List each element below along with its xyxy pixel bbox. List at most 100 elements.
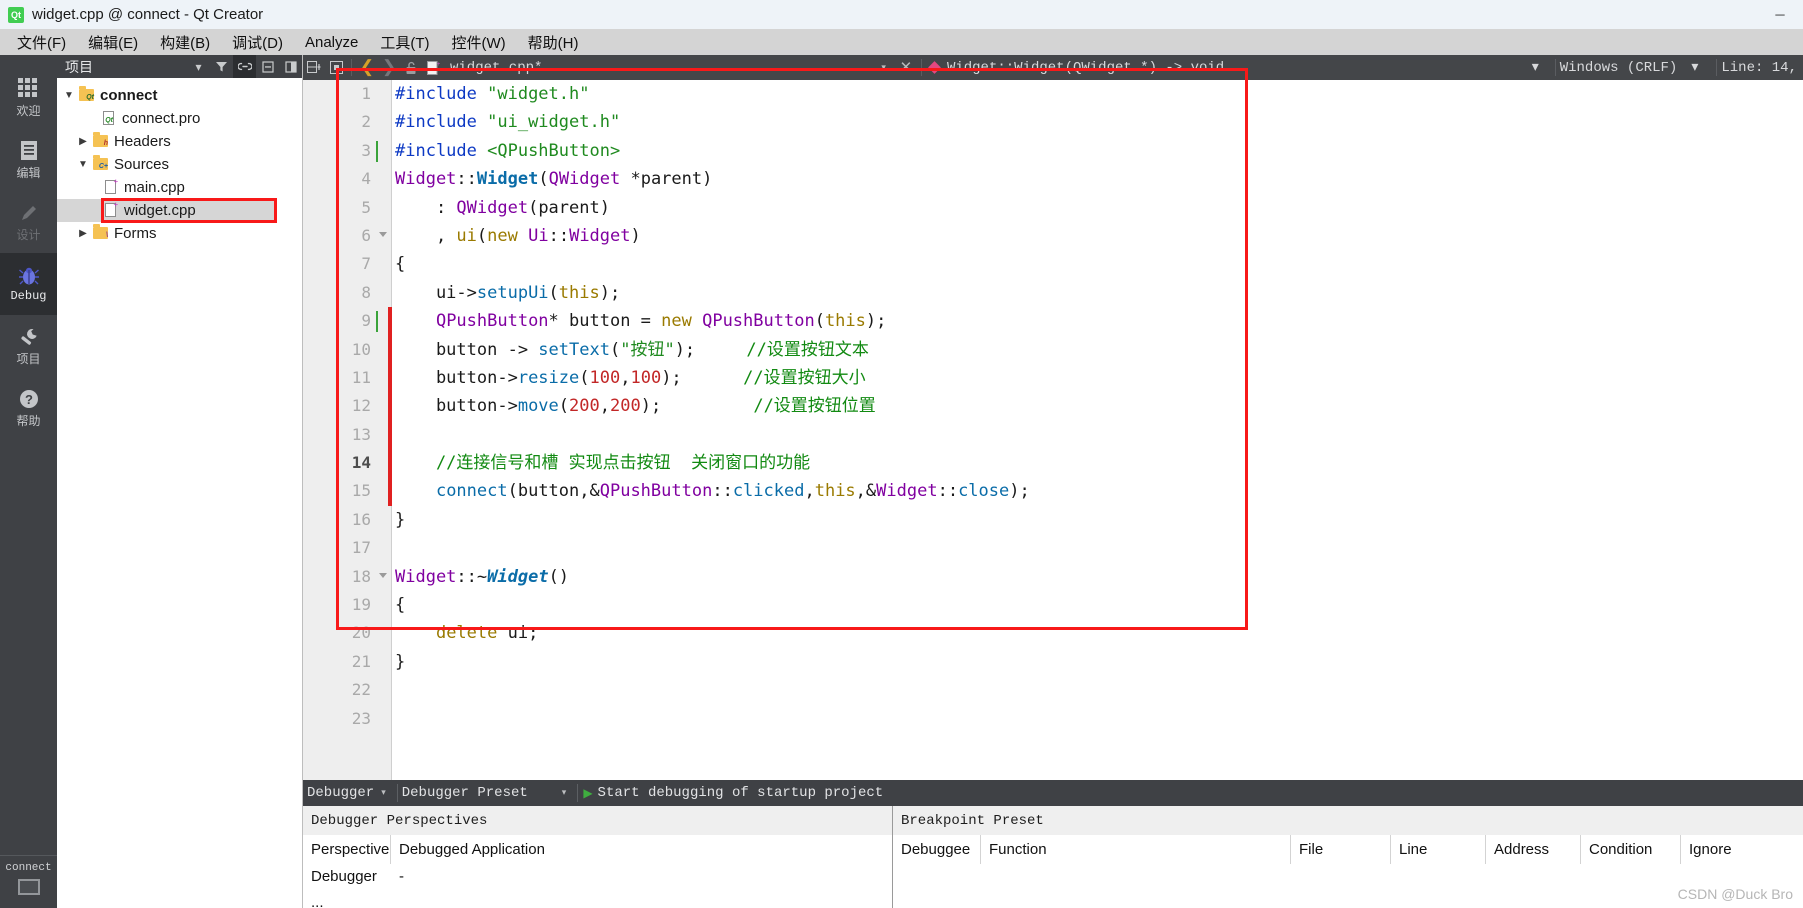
- start-debugging-icon[interactable]: ▶: [578, 786, 597, 801]
- code-line[interactable]: button->move(200,200); //设置按钮位置: [393, 392, 1803, 420]
- open-file-combobox[interactable]: widget.cpp* ▾: [444, 55, 895, 80]
- menu-widgets[interactable]: 控件(W): [441, 30, 517, 55]
- line-number: 13: [351, 424, 371, 444]
- debugger-mode-combobox[interactable]: Debugger ▾: [303, 780, 397, 806]
- menu-analyze[interactable]: Analyze: [294, 32, 369, 53]
- fold-triangle-icon[interactable]: [379, 231, 387, 237]
- chevron-down-icon[interactable]: ▼: [75, 159, 91, 170]
- column-debugged-application[interactable]: Debugged Application: [391, 835, 892, 864]
- close-split-icon[interactable]: [325, 55, 347, 80]
- code-line[interactable]: [393, 676, 1803, 704]
- code-line[interactable]: }: [393, 648, 1803, 676]
- collapse-all-icon[interactable]: [256, 55, 279, 78]
- tree-item-sources[interactable]: ▼ C+ Sources: [57, 153, 302, 176]
- column-condition[interactable]: Condition: [1581, 835, 1681, 864]
- code-line[interactable]: QPushButton* button = new QPushButton(th…: [393, 307, 1803, 335]
- column-debuggee[interactable]: Debuggee: [893, 835, 981, 864]
- code-line[interactable]: Widget::Widget(QWidget *parent): [393, 165, 1803, 193]
- code-line[interactable]: connect(button,&QPushButton::clicked,thi…: [393, 477, 1803, 505]
- mode-debug[interactable]: Debug: [0, 253, 57, 315]
- menu-edit[interactable]: 编辑(E): [77, 30, 149, 55]
- split-horizontal-icon[interactable]: [303, 55, 325, 80]
- code-line[interactable]: Widget::~Widget(): [393, 563, 1803, 591]
- sources-folder-icon: C+: [91, 154, 110, 172]
- code-line[interactable]: {: [393, 250, 1803, 278]
- debugger-perspectives-header: Perspective Debugged Application: [303, 835, 892, 864]
- code-line[interactable]: #include "ui_widget.h": [393, 108, 1803, 136]
- column-function[interactable]: Function: [981, 835, 1291, 864]
- filter-icon[interactable]: [210, 55, 233, 78]
- code-line[interactable]: {: [393, 591, 1803, 619]
- mode-welcome[interactable]: 欢迎: [0, 67, 57, 129]
- menu-file[interactable]: 文件(F): [6, 30, 77, 55]
- code-editor[interactable]: 1 2 3 4 5 6 7 8 9 10 11 12 13 14 15 16 17 18 19 20 21 22 23 #i…: [303, 80, 1803, 780]
- cursor-position-label[interactable]: Line: 14,: [1721, 60, 1803, 76]
- mode-projects[interactable]: 项目: [0, 315, 57, 377]
- close-document-button[interactable]: ✕: [895, 55, 917, 80]
- code-line[interactable]: //连接信号和槽 实现点击按钮 关闭窗口的功能: [393, 449, 1803, 477]
- chevron-down-icon[interactable]: ▾: [1677, 59, 1712, 76]
- minimize-button[interactable]: ─: [1757, 0, 1803, 29]
- code-line[interactable]: }: [393, 506, 1803, 534]
- chevron-down-icon[interactable]: ▾: [187, 55, 210, 78]
- column-line[interactable]: Line: [1391, 835, 1486, 864]
- column-perspective[interactable]: Perspective: [303, 835, 391, 864]
- cell-perspective: Debugger ...: [311, 868, 377, 908]
- table-row[interactable]: Debugger ... -: [303, 864, 892, 908]
- code-text-area[interactable]: #include "widget.h" #include "ui_widget.h…: [393, 80, 1803, 780]
- code-line[interactable]: #include "widget.h": [393, 80, 1803, 108]
- chevron-down-icon[interactable]: ▾: [528, 788, 574, 798]
- menu-tools[interactable]: 工具(T): [369, 30, 440, 55]
- mode-edit[interactable]: 编辑: [0, 129, 57, 191]
- fold-triangle-icon[interactable]: [379, 572, 387, 578]
- code-line[interactable]: : QWidget(parent): [393, 194, 1803, 222]
- mode-projects-label: 项目: [16, 351, 41, 366]
- mode-help[interactable]: ? 帮助: [0, 377, 57, 439]
- mode-selector-bar: 欢迎 编辑 设计 Debug 项目 ? 帮助 connect: [0, 55, 57, 908]
- back-arrow-icon[interactable]: ❮: [356, 55, 378, 80]
- chevron-right-icon[interactable]: ▶: [75, 228, 91, 239]
- chevron-down-icon[interactable]: ▾: [872, 63, 895, 73]
- tree-item-main-cpp[interactable]: + main.cpp: [57, 176, 302, 199]
- line-number: 11: [351, 367, 371, 387]
- code-line[interactable]: button -> setText("按钮"); //设置按钮文本: [393, 336, 1803, 364]
- project-pane-header: 项目 ▾: [57, 55, 302, 78]
- menu-debug[interactable]: 调试(D): [221, 30, 294, 55]
- split-icon[interactable]: [279, 55, 302, 78]
- code-line[interactable]: [393, 421, 1803, 449]
- column-ignore[interactable]: Ignore: [1681, 835, 1803, 864]
- debugger-preset-combobox[interactable]: Debugger Preset ▾: [398, 780, 578, 806]
- column-address[interactable]: Address: [1486, 835, 1581, 864]
- code-line[interactable]: #include <QPushButton>: [393, 137, 1803, 165]
- mode-design[interactable]: 设计: [0, 191, 57, 253]
- line-number: 21: [351, 651, 371, 671]
- chevron-down-icon[interactable]: ▼: [61, 90, 77, 101]
- chevron-down-icon[interactable]: ▾: [1520, 59, 1551, 76]
- qt-project-folder-icon: Qt: [77, 85, 96, 103]
- line-number: 2: [361, 112, 371, 132]
- code-line[interactable]: ui->setupUi(this);: [393, 279, 1803, 307]
- menu-build[interactable]: 构建(B): [149, 30, 221, 55]
- column-file[interactable]: File: [1291, 835, 1391, 864]
- tree-item-connect[interactable]: ▼ Qt connect: [57, 84, 302, 107]
- line-ending-label[interactable]: Windows (CRLF): [1560, 60, 1678, 76]
- code-line[interactable]: delete ui;: [393, 619, 1803, 647]
- tree-item-widget-cpp[interactable]: + widget.cpp: [57, 199, 276, 222]
- chevron-down-icon[interactable]: ▾: [374, 788, 393, 798]
- line-number: 3: [303, 137, 391, 165]
- forward-arrow-icon[interactable]: ❯: [378, 55, 400, 80]
- project-tree: ▼ Qt connect Qt connect.pro ▶ h Headers …: [57, 78, 302, 245]
- tree-item-forms[interactable]: ▶ \ Forms: [57, 222, 302, 245]
- unlock-icon[interactable]: [400, 55, 422, 80]
- code-line[interactable]: button->resize(100,100); //设置按钮大小: [393, 364, 1803, 392]
- code-line[interactable]: [393, 534, 1803, 562]
- tree-item-connect-pro[interactable]: Qt connect.pro: [57, 107, 302, 130]
- chevron-right-icon[interactable]: ▶: [75, 136, 91, 147]
- menu-bar: 文件(F) 编辑(E) 构建(B) 调试(D) Analyze 工具(T) 控件…: [0, 29, 1803, 55]
- code-line[interactable]: , ui(new Ui::Widget): [393, 222, 1803, 250]
- link-icon[interactable]: [233, 55, 256, 78]
- tree-item-headers[interactable]: ▶ h Headers: [57, 130, 302, 153]
- code-line[interactable]: [393, 705, 1803, 733]
- kit-selector[interactable]: connect: [0, 855, 57, 908]
- menu-help[interactable]: 帮助(H): [517, 30, 590, 55]
